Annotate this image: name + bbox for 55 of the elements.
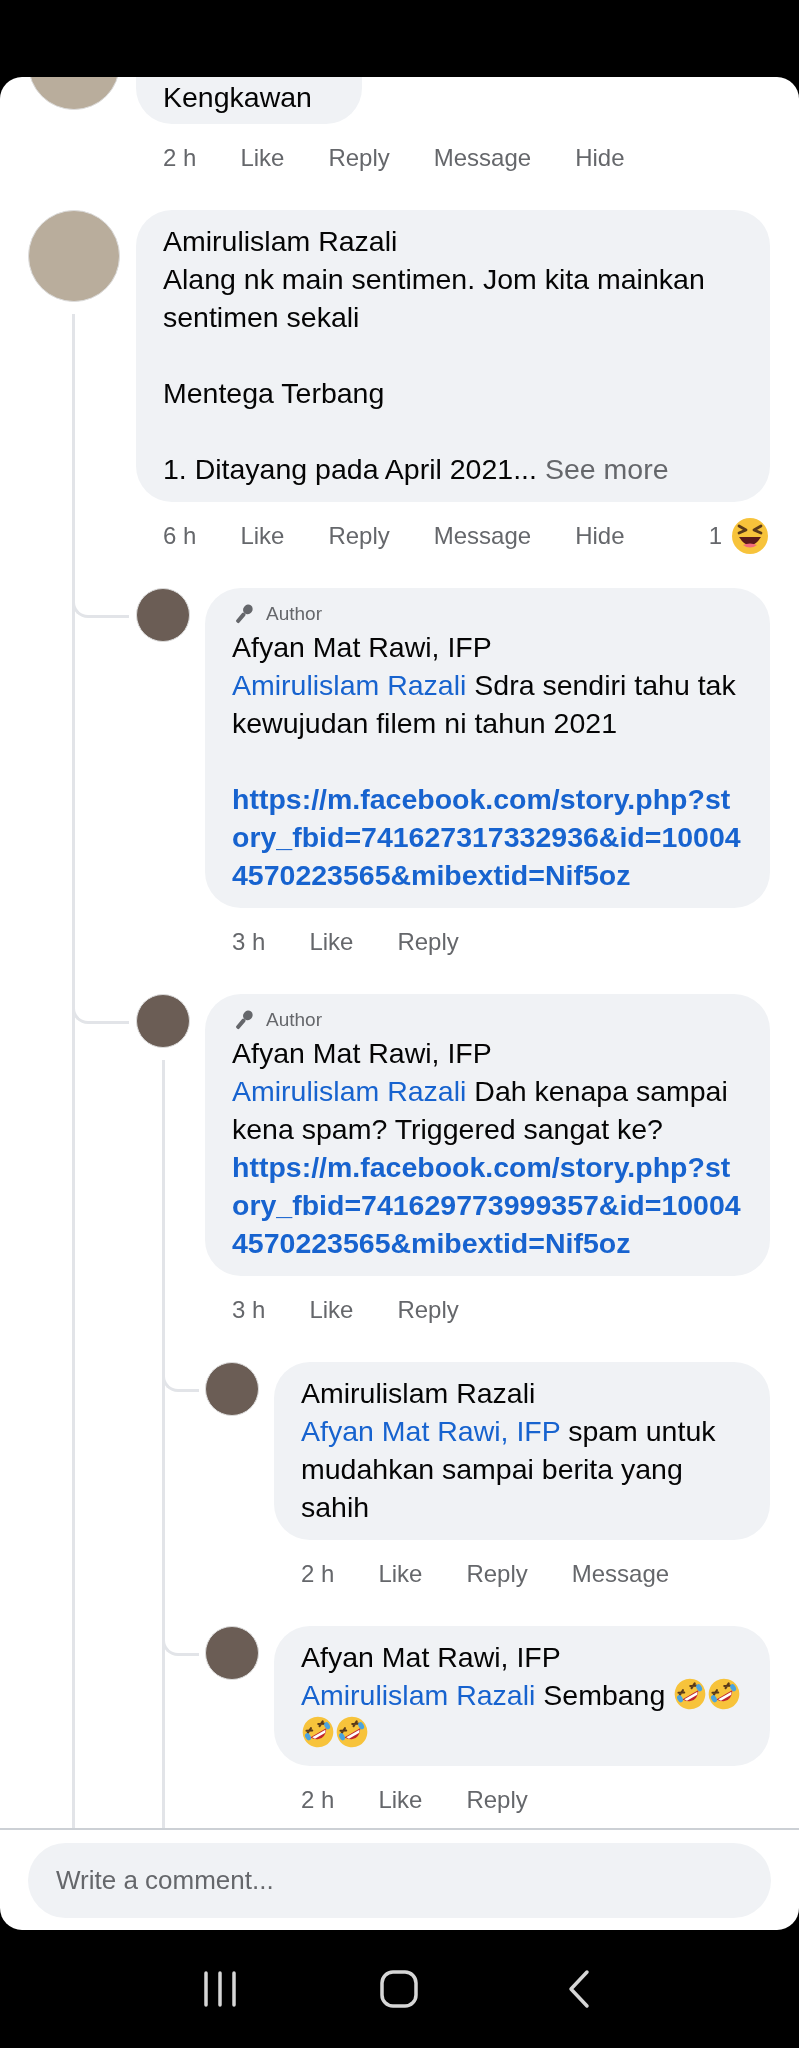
action-link[interactable]: Like <box>378 1560 423 1588</box>
action-link[interactable]: Like <box>309 1296 354 1324</box>
action-link[interactable]: Like <box>309 928 354 956</box>
rolling-laughing-emoji-icon <box>673 1677 708 1711</box>
action-link[interactable]: Message <box>433 144 532 172</box>
action-link[interactable]: Message <box>433 522 532 550</box>
avatar-photo[interactable] <box>205 1626 259 1680</box>
rolling-laughing-emoji-icon <box>301 1715 335 1749</box>
author-badge-label: Author <box>266 1008 322 1032</box>
author-name[interactable]: Amirulislam Razali <box>163 222 743 260</box>
url-link[interactable]: https://m.facebook.com/story.php?story_fbid=741627317332936&id=100044570223565&mibextid=Nif5oz <box>232 780 743 894</box>
comment-text: Alang nk main sentimen. Jom kita mainkan sentimen sekali Mentega Terbang 1. Ditayang pada April 2021... See more <box>163 262 706 487</box>
timestamp: 2 h <box>301 1786 335 1814</box>
action-link[interactable]: Reply <box>328 144 390 172</box>
comment-input[interactable]: Write a comment... <box>28 1843 771 1918</box>
reaction-count[interactable]: 1 <box>708 522 722 550</box>
mention-link[interactable]: Amirulislam Razali <box>232 1075 467 1107</box>
timestamp: 3 h <box>232 1296 266 1324</box>
action-link[interactable]: Reply <box>466 1560 528 1588</box>
laughing-emoji-icon <box>730 516 770 556</box>
avatar-photo[interactable] <box>205 1362 259 1416</box>
timestamp: 2 h <box>301 1560 335 1588</box>
mention-link[interactable]: Afyan Mat Rawi, IFP <box>301 1415 561 1447</box>
rolling-laughing-emoji-icon <box>707 1677 742 1711</box>
timestamp: 2 h <box>163 144 197 172</box>
action-link[interactable]: Like <box>240 522 285 550</box>
comment-text: Kengkawan <box>163 80 312 115</box>
comment-text: Amirulislam Razali Sdra sendiri tahu tak kewujudan filem ni tahun 2021 <box>232 668 737 741</box>
action-link[interactable]: Like <box>240 144 285 172</box>
action-link[interactable]: Reply <box>397 928 459 956</box>
comment-text: Afyan Mat Rawi, IFP spam untuk mudahkan sampai berita yang sahih <box>301 1414 717 1525</box>
action-link[interactable]: Reply <box>466 1786 528 1814</box>
rolling-laughing-emoji-icon <box>335 1715 369 1749</box>
url-link[interactable]: https://m.facebook.com/story.php?story_fbid=741629773999357&id=100044570223565&mibextid=Nif5oz <box>232 1148 743 1262</box>
action-link[interactable]: Hide <box>575 144 625 172</box>
author-name[interactable]: Afyan Mat Rawi, IFP <box>232 1034 743 1072</box>
home-icon[interactable] <box>379 1969 420 2009</box>
see-more-link[interactable]: See more <box>544 453 669 485</box>
author-name[interactable]: Amirulislam Razali <box>301 1374 743 1412</box>
action-link[interactable]: Hide <box>575 522 625 550</box>
avatar-photo[interactable] <box>136 994 190 1048</box>
action-link[interactable]: Reply <box>397 1296 459 1324</box>
mention-link[interactable]: Amirulislam Razali <box>232 669 467 701</box>
action-link[interactable]: Reply <box>328 522 390 550</box>
mention-link[interactable]: Amirulislam Razali <box>301 1679 536 1711</box>
action-link[interactable]: Message <box>571 1560 670 1588</box>
author-name[interactable]: Afyan Mat Rawi, IFP <box>232 628 743 666</box>
timestamp: 6 h <box>163 522 197 550</box>
timestamp: 3 h <box>232 928 266 956</box>
comment-text: Amirulislam Razali Dah kenapa sampai kena spam? Triggered sangat ke? <box>232 1074 729 1147</box>
author-name[interactable]: Afyan Mat Rawi, IFP <box>301 1638 743 1676</box>
comment-text: Amirulislam Razali Sembang <box>301 1676 743 1752</box>
author-badge-label: Author <box>266 602 322 626</box>
avatar-photo[interactable] <box>136 588 190 642</box>
action-link[interactable]: Like <box>378 1786 423 1814</box>
